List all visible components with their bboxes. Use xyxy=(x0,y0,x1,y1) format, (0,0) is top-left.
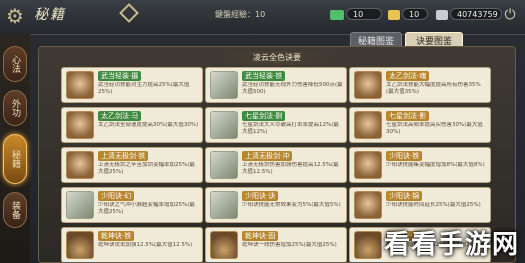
card-desc: 少阳诀之气冲小脉超变幅率增加25%(最大值25%) xyxy=(98,202,195,215)
card-name: 乾坤诀·铁 xyxy=(98,231,135,241)
scroll-icon xyxy=(210,191,238,219)
card-desc: 上清无极剑伤害加强伤害提高12.5%(最大值12.5%) xyxy=(242,162,339,175)
formula-card[interactable]: 少阳诀·锦 少阳诀技能时间延长25%(最大值25%) xyxy=(349,187,491,223)
scroll-icon xyxy=(66,191,94,219)
sidebar-item-4[interactable]: 装备 xyxy=(3,192,27,228)
card-name: 七星剑法·影 xyxy=(386,111,430,121)
card-desc: 太乙剑法技能大幅度提高所有伤害35%(最大值35%) xyxy=(386,82,481,95)
ring-icon xyxy=(66,151,94,179)
formula-card[interactable]: 太乙剑法·马 太乙剑法全部速度提高30%(最大值30%) xyxy=(61,107,203,143)
jade-value: 10 xyxy=(346,8,382,20)
site-watermark: 看看手游网 xyxy=(383,230,519,260)
panel-title: 凌云全色诀要 xyxy=(219,51,335,65)
card-name: 少阳诀·锦 xyxy=(386,191,423,201)
formula-card[interactable]: 七星剑法·影 七星剑法高频率提高实伤害30%(最大值30%) xyxy=(349,107,491,143)
exp-label: 鍵盤經驗：10 xyxy=(215,10,266,19)
formula-card[interactable]: 武当轻装·铁 武当轻功技能无视外力伤害降低500点(最大值500) xyxy=(205,67,347,103)
gold-value: 10 xyxy=(402,8,428,20)
card-name: 太乙剑法·魂 xyxy=(386,71,430,81)
scroll-icon xyxy=(210,111,238,139)
jade-icon xyxy=(330,10,344,20)
formula-card[interactable]: 乾坤诀·固 乾坤诀一线伤害增加25%(最大值25%) xyxy=(205,227,347,262)
card-desc: 乾坤诀攻击加强12.5%(最大值12.5%) xyxy=(98,242,193,248)
card-name: 太乙剑法·马 xyxy=(98,111,142,121)
card-desc: 上清无极剑之辛苦加剑变幅率加25%(最大值25%) xyxy=(98,162,195,175)
card-name: 上清无极剑·铁 xyxy=(98,151,149,161)
card-desc: 乾坤诀一线伤害增加25%(最大值25%) xyxy=(242,242,337,248)
card-desc: 少阳诀技能集变幅度增加8%(最大值8%) xyxy=(386,162,485,168)
card-name: 少阳诀·铁 xyxy=(386,151,423,161)
formula-card[interactable]: 乾坤诀·铁 乾坤诀攻击加强12.5%(最大值12.5%) xyxy=(61,227,203,262)
card-name: 少阳诀·幻 xyxy=(98,191,135,201)
card-name: 武当轻装·摄 xyxy=(98,71,142,81)
gold-icon xyxy=(388,10,400,20)
card-name: 乾坤诀·固 xyxy=(242,231,279,241)
formula-card[interactable]: 少阳诀·铁 少阳诀技能集变幅度增加8%(最大值8%) xyxy=(349,147,491,183)
sidebar-item-1[interactable]: 心法 xyxy=(3,46,27,82)
fan-icon xyxy=(66,231,94,259)
fan-icon xyxy=(210,231,238,259)
card-name: 七星剑法·剔 xyxy=(242,111,286,121)
ring-icon xyxy=(354,111,382,139)
game-screen: ⚙ 秘籍 鍵盤經驗：10 10 10 40743759 ⏻ 心法 外功 秘籍 装… xyxy=(0,0,525,263)
formula-card[interactable]: 少阳诀·诀 少阳诀技能无常效果变为5%(最大值5%) xyxy=(205,187,347,223)
diamond-icon[interactable] xyxy=(119,3,139,23)
sidebar: 心法 外功 秘籍 装备 xyxy=(0,34,30,263)
formula-card[interactable]: 七星剑法·剔 七星剑法大义尽破高打击率提高12%(最大值12%) xyxy=(205,107,347,143)
card-name: 武当轻装·铁 xyxy=(242,71,286,81)
exit-icon[interactable]: ⏻ xyxy=(501,6,519,24)
card-desc: 七星剑法高频率提高实伤害30%(最大值30%) xyxy=(386,122,483,135)
formula-card[interactable]: 太乙剑法·魂 太乙剑法技能大幅度提高所有伤害35%(最大值35%) xyxy=(349,67,491,103)
sidebar-item-active[interactable]: 秘籍 xyxy=(3,134,27,184)
ring-icon xyxy=(66,71,94,99)
card-desc: 七星剑法大义尽破高打击率提高12%(最大值12%) xyxy=(242,122,339,135)
card-name: 少阳诀·诀 xyxy=(242,191,279,201)
sidebar-item-2[interactable]: 外功 xyxy=(3,90,27,126)
page-title: 秘籍 xyxy=(34,7,66,23)
ring-icon xyxy=(354,71,382,99)
ring-icon xyxy=(354,191,382,219)
ring-icon xyxy=(66,111,94,139)
menu-gear-icon[interactable]: ⚙ xyxy=(0,0,30,32)
formula-card[interactable]: 上清无极剑·铁 上清无极剑之辛苦加剑变幅率加25%(最大值25%) xyxy=(61,147,203,183)
formula-card[interactable]: 少阳诀·幻 少阳诀之气冲小脉超变幅率增加25%(最大值25%) xyxy=(61,187,203,223)
card-desc: 少阳诀技能无常效果变为5%(最大值5%) xyxy=(242,202,341,208)
card-desc: 少阳诀技能时间延长25%(最大值25%) xyxy=(386,202,481,208)
card-desc: 武当轻功技能无视外力伤害降低500点(最大值500) xyxy=(242,82,343,95)
card-name: 上清无极剑·冲 xyxy=(242,151,293,161)
scroll-icon xyxy=(210,151,238,179)
card-desc: 太乙剑法全部速度提高30%(最大值30%) xyxy=(98,122,199,128)
scroll-icon xyxy=(210,71,238,99)
silver-value: 40743759 xyxy=(450,8,502,20)
formula-card[interactable]: 武当轻装·摄 武当轻功技能对主力提高25%(最大值25%) xyxy=(61,67,203,103)
top-bar: ⚙ 秘籍 鍵盤經驗：10 10 10 40743759 ⏻ xyxy=(0,0,525,35)
formula-card[interactable]: 上清无极剑·冲 上清无极剑伤害加强伤害提高12.5%(最大值12.5%) xyxy=(205,147,347,183)
card-desc: 武当轻功技能对主力提高25%(最大值25%) xyxy=(98,82,190,95)
silver-icon xyxy=(436,10,448,20)
fan-icon xyxy=(354,231,382,259)
ring-icon xyxy=(354,151,382,179)
